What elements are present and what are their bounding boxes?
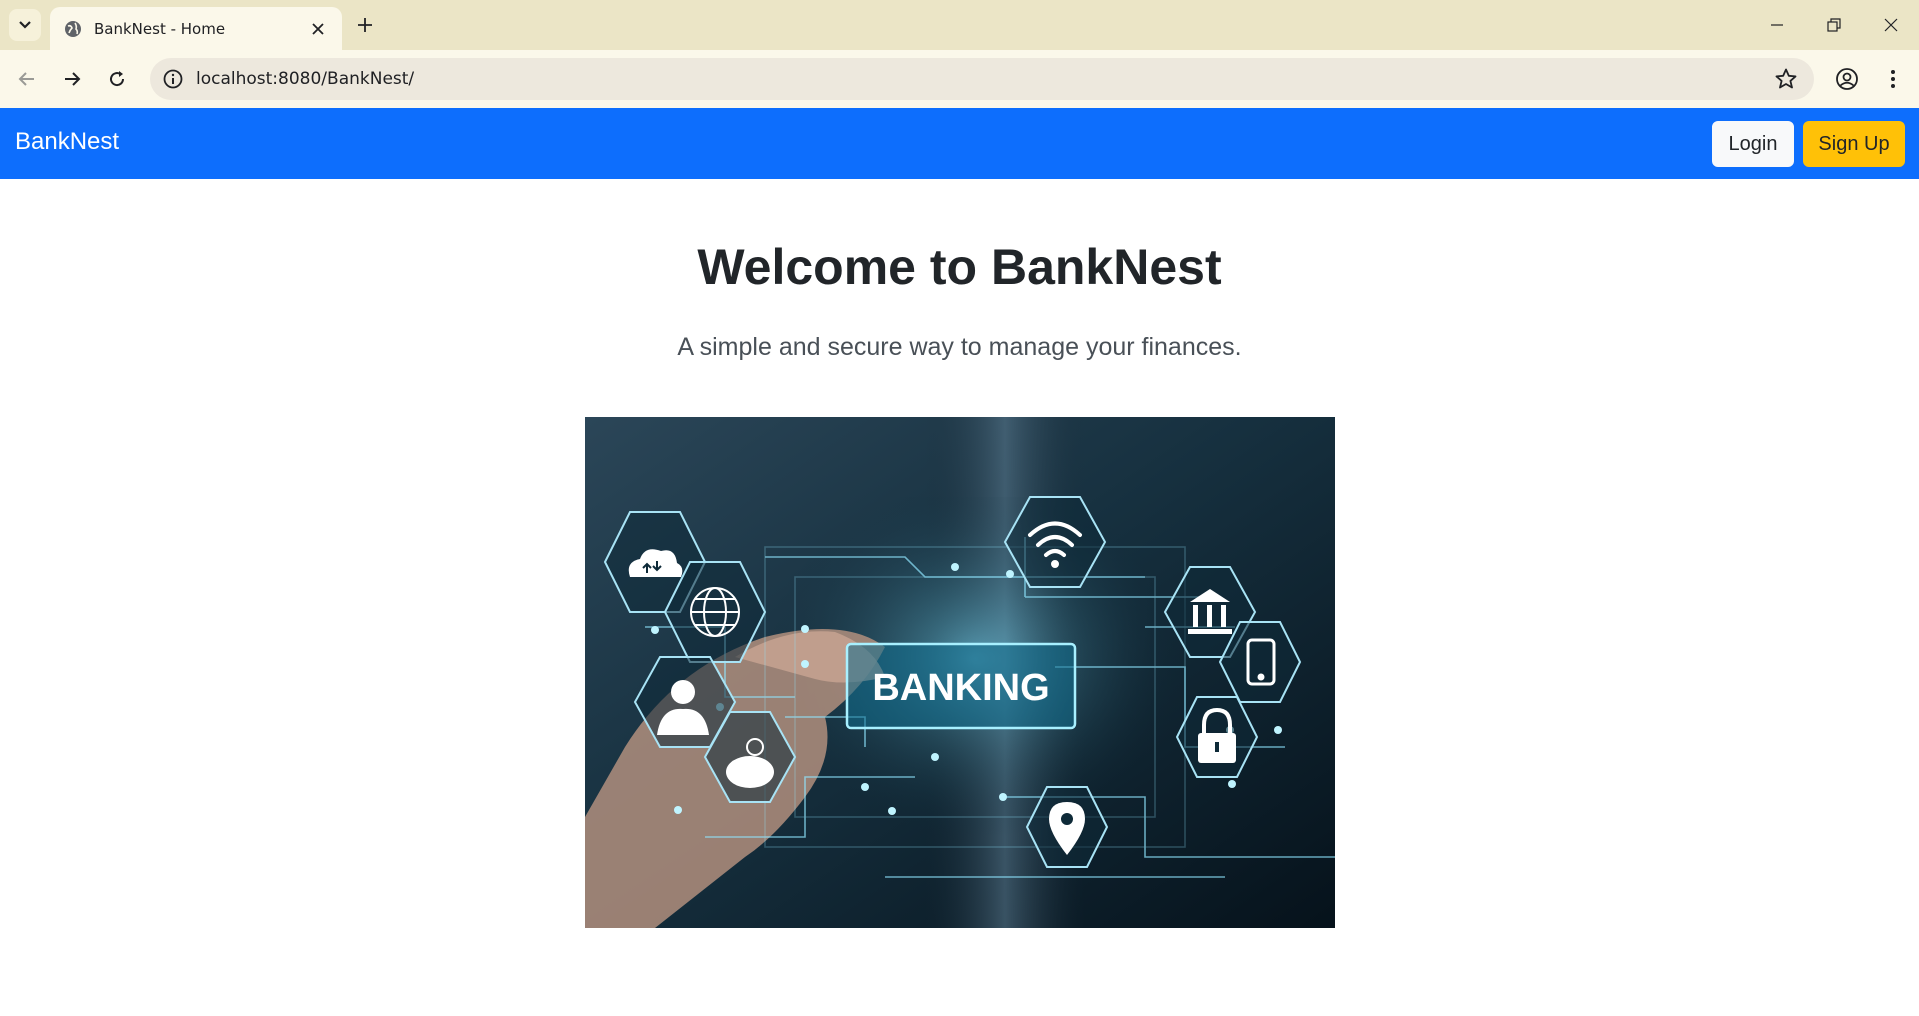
minimize-button[interactable] (1757, 8, 1797, 42)
bookmark-star-icon[interactable] (1774, 67, 1798, 91)
new-tab-button[interactable] (352, 12, 378, 38)
browser-tab[interactable]: BankNest - Home (50, 7, 342, 50)
login-button[interactable]: Login (1712, 121, 1794, 167)
back-button[interactable] (10, 62, 44, 96)
signup-button[interactable]: Sign Up (1803, 121, 1905, 167)
chevron-down-icon (19, 21, 31, 29)
more-vertical-icon (1891, 70, 1895, 88)
minimize-icon (1771, 24, 1783, 26)
close-window-button[interactable] (1871, 8, 1911, 42)
info-icon[interactable] (162, 68, 184, 90)
forward-button[interactable] (55, 62, 89, 96)
restore-icon (1827, 18, 1841, 32)
arrow-right-icon (65, 72, 81, 86)
hero-banking-image: BANKING (585, 417, 1335, 928)
tab-search-button[interactable] (9, 9, 41, 41)
plus-icon (358, 18, 372, 32)
site-brand[interactable]: BankNest (15, 128, 119, 156)
tab-close-button[interactable] (308, 19, 328, 39)
url-text[interactable]: localhost:8080/BankNest/ (196, 69, 1774, 89)
banking-image-label: BANKING (872, 667, 1049, 709)
tab-title: BankNest - Home (94, 19, 226, 38)
reload-icon (110, 71, 125, 87)
hero-title: Welcome to BankNest (697, 239, 1222, 295)
browser-menu-button[interactable] (1876, 62, 1910, 96)
address-bar[interactable]: localhost:8080/BankNest/ (150, 58, 1814, 100)
banking-illustration: BANKING (585, 417, 1335, 928)
close-icon (312, 22, 324, 35)
web-page: BankNest Login Sign Up Welcome to BankNe… (0, 108, 1919, 1016)
hero-subtitle: A simple and secure way to manage your f… (677, 333, 1242, 361)
browser-tab-bar: BankNest - Home (0, 0, 1919, 50)
arrow-left-icon (18, 72, 34, 86)
profile-button[interactable] (1830, 62, 1864, 96)
browser-toolbar: localhost:8080/BankNest/ (0, 50, 1919, 108)
close-icon (1884, 18, 1898, 32)
site-navbar: BankNest Login Sign Up (0, 108, 1919, 179)
reload-button[interactable] (100, 62, 134, 96)
account-icon (1836, 68, 1858, 90)
globe-icon (65, 20, 81, 37)
restore-button[interactable] (1814, 8, 1854, 42)
